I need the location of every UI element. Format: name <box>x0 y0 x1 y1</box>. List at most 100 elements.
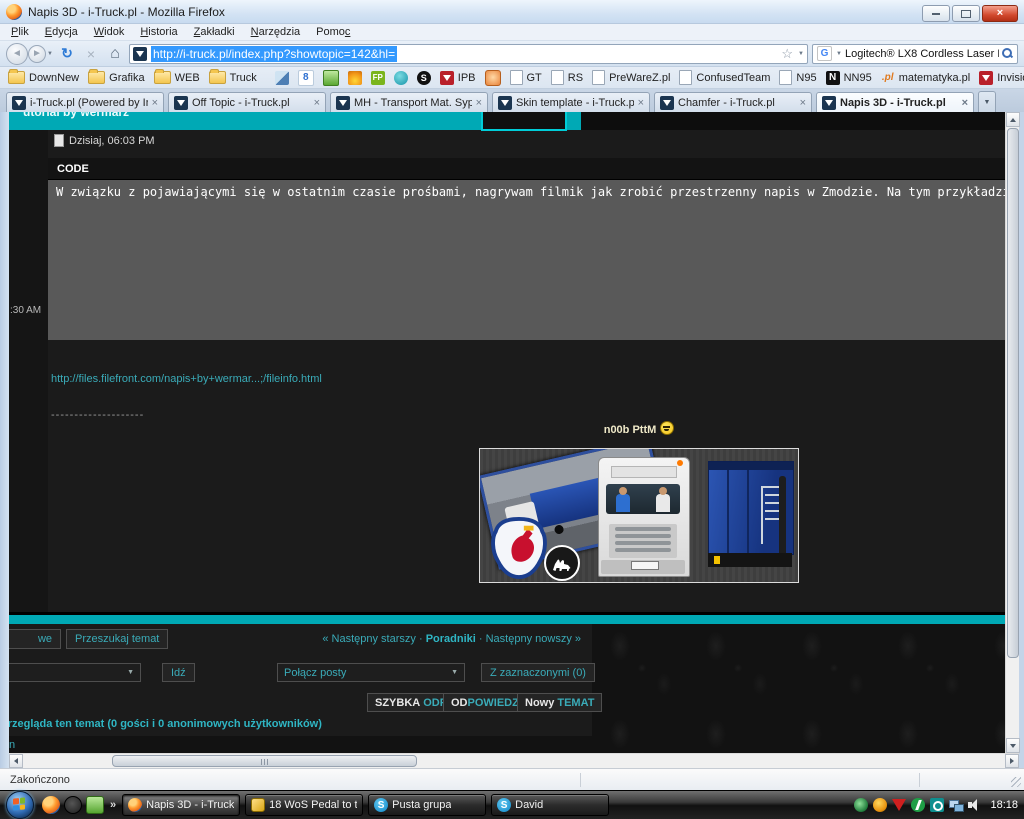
prev-topic-link[interactable]: « Następny starszy <box>322 633 416 645</box>
menu-historia[interactable]: Historia <box>133 25 184 39</box>
search-icon[interactable] <box>1002 48 1013 59</box>
tab-skin-template[interactable]: Skin template - i-Truck.pl× <box>492 92 650 112</box>
reload-icon[interactable]: ↻ <box>57 44 77 64</box>
search-topic-button[interactable]: Przeszukaj temat <box>66 629 168 649</box>
quicklaunch-overflow-icon[interactable]: » <box>110 799 116 811</box>
resize-grip[interactable] <box>1011 777 1021 787</box>
s-circle-bookmark-icon[interactable]: S <box>417 71 431 85</box>
tab-napis-3d-active[interactable]: Napis 3D - i-Truck.pl× <box>816 92 974 112</box>
menu-narzedzia[interactable]: Narzędzia <box>244 25 308 39</box>
scroll-right-icon[interactable] <box>1005 754 1019 768</box>
search-bar[interactable]: G ▼ Logitech® LX8 Cordless Laser Mouse <box>812 44 1018 64</box>
tray-green-icon[interactable] <box>854 798 868 812</box>
go-button[interactable]: Idź <box>162 663 195 682</box>
close-button[interactable]: × <box>982 5 1018 22</box>
signature-image[interactable] <box>479 448 799 583</box>
taskbar-clock[interactable]: 18:18 <box>990 799 1018 811</box>
quicklaunch-messenger-icon[interactable] <box>86 796 104 814</box>
bookmark-prewarez[interactable]: PreWareZ.pl <box>592 70 670 85</box>
menu-widok[interactable]: Widok <box>87 25 132 39</box>
minimize-button[interactable] <box>922 5 950 22</box>
tab-list-dropdown-icon[interactable]: ▼ <box>978 91 996 112</box>
vertical-scroll-thumb[interactable] <box>1007 128 1019 658</box>
topic-options-button[interactable]: we <box>9 629 61 649</box>
menu-plik[interactable]: Plik <box>4 25 36 39</box>
start-button[interactable] <box>6 791 34 819</box>
bookmark-rs[interactable]: RS <box>551 70 583 85</box>
bookmark-gt[interactable]: GT <box>510 70 542 85</box>
new-topic-button[interactable]: NowyTEMAT <box>517 693 602 712</box>
bookmark-folder[interactable]: Truck <box>209 71 257 84</box>
bookmark-n95[interactable]: N95 <box>779 70 816 85</box>
vertical-scrollbar[interactable] <box>1005 112 1019 753</box>
tab-itruck-home[interactable]: i-Truck.pl (Powered by Invi...× <box>6 92 164 112</box>
stop-icon[interactable]: × <box>81 44 101 64</box>
tray-red-v-icon[interactable] <box>892 799 906 811</box>
scroll-down-icon[interactable] <box>1006 738 1020 753</box>
menu-zakladki[interactable]: Zakładki <box>187 25 242 39</box>
brush-bookmark-icon[interactable] <box>275 71 289 85</box>
moderation-select[interactable]: Połącz posty▼ <box>277 663 465 682</box>
tab-off-topic[interactable]: Off Topic - i-Truck.pl× <box>168 92 326 112</box>
bookmark-nn95[interactable]: NNN95 <box>826 71 872 85</box>
quicklaunch-firefox-icon[interactable] <box>42 796 60 814</box>
tab-close-icon[interactable]: × <box>152 97 158 109</box>
tab-close-icon[interactable]: × <box>800 97 806 109</box>
tab-close-icon[interactable]: × <box>314 97 320 109</box>
quicklaunch-app-icon[interactable] <box>64 796 82 814</box>
current-forum-link[interactable]: Poradniki <box>426 633 476 645</box>
menu-pomoc[interactable]: Pomoc <box>309 25 357 39</box>
engine-dropdown-icon[interactable]: ▼ <box>836 51 842 57</box>
hand-bookmark-icon[interactable] <box>485 70 501 86</box>
menu-edycja[interactable]: Edycja <box>38 25 85 39</box>
filefront-link[interactable]: http://files.filefront.com/napis+by+werm… <box>51 373 322 385</box>
tray-lightning-icon[interactable] <box>911 798 925 812</box>
url-dropdown-icon[interactable]: ▼ <box>798 51 804 57</box>
scroll-left-icon[interactable] <box>9 754 23 768</box>
reply-button[interactable]: ODPOWIEDZ <box>443 693 527 712</box>
volume-icon[interactable] <box>968 798 982 812</box>
green-bookmark-icon[interactable] <box>323 70 339 86</box>
tab-close-icon[interactable]: × <box>476 97 482 109</box>
tray-teal-icon[interactable] <box>930 798 944 812</box>
tab-close-icon[interactable]: × <box>638 97 644 109</box>
topic-action-select[interactable]: ▼ <box>9 663 141 682</box>
with-selected-button[interactable]: Z zaznaczonymi (0) <box>481 663 595 682</box>
bookmark-star-icon[interactable]: ☆ <box>781 46 793 62</box>
history-dropdown-icon[interactable]: ▼ <box>47 51 53 57</box>
task-18wos[interactable]: 18 WoS Pedal to the... <box>245 794 363 816</box>
bookmark-ipb[interactable]: IPB <box>440 71 476 85</box>
back-icon[interactable]: ◄ <box>6 43 28 65</box>
tab-mh-transport[interactable]: MH - Transport Mat. Sypki...× <box>330 92 488 112</box>
task-david[interactable]: SDavid <box>491 794 609 816</box>
maximize-button[interactable] <box>952 5 980 22</box>
forward-icon[interactable]: ► <box>28 45 46 63</box>
bookmark-invisionboard[interactable]: InvisionBoard.pl - IP.B... <box>979 71 1024 85</box>
code-block-body[interactable]: W związku z pojawiającymi się w ostatnim… <box>48 180 1005 340</box>
fp-bookmark-icon[interactable]: FP <box>371 71 385 85</box>
url-bar[interactable]: http://i-truck.pl/index.php?showtopic=14… <box>129 44 808 64</box>
bookmark-matematyka[interactable]: .plmatematyka.pl <box>881 71 971 85</box>
google-engine-icon[interactable]: G <box>817 46 832 61</box>
tab-chamfer[interactable]: Chamfer - i-Truck.pl× <box>654 92 812 112</box>
next-topic-link[interactable]: Następny nowszy » <box>486 633 581 645</box>
search-input[interactable]: Logitech® LX8 Cordless Laser Mouse <box>845 48 999 60</box>
flame-bookmark-icon[interactable] <box>348 71 362 85</box>
horizontal-scrollbar[interactable] <box>9 753 1019 768</box>
bookmark-folder[interactable]: DownNew <box>8 71 79 84</box>
tray-orange-icon[interactable] <box>873 798 887 812</box>
bookmark-folder[interactable]: Grafika <box>88 71 144 84</box>
task-pusta-grupa[interactable]: SPusta grupa <box>368 794 486 816</box>
tab-close-icon[interactable]: × <box>962 97 968 109</box>
bookmark-folder[interactable]: WEB <box>154 71 200 84</box>
bookmark-confusedteam[interactable]: ConfusedTeam <box>679 70 770 85</box>
teal-circle-bookmark-icon[interactable] <box>394 71 408 85</box>
scroll-up-icon[interactable] <box>1006 112 1020 127</box>
url-text-selected[interactable]: http://i-truck.pl/index.php?showtopic=14… <box>151 46 397 62</box>
8start-bookmark-icon[interactable]: 8 <box>298 70 314 86</box>
horizontal-scroll-thumb[interactable] <box>112 755 417 767</box>
home-icon[interactable]: ⌂ <box>105 44 125 64</box>
topic-header-button[interactable] <box>481 112 567 131</box>
network-icon[interactable] <box>949 798 963 812</box>
task-firefox[interactable]: Napis 3D - i-Truck.p... <box>122 794 240 816</box>
